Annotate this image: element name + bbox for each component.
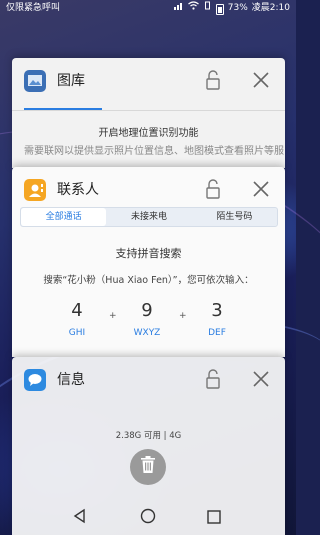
dial-key-4: 4 GHI bbox=[57, 299, 97, 339]
status-bar: 仅限紧急呼叫 73% 凌晨2:10 bbox=[0, 0, 296, 16]
plus-sign: + bbox=[109, 311, 117, 321]
battery-percent: 73% bbox=[227, 3, 248, 13]
battery-icon bbox=[215, 3, 224, 15]
key-letters: GHI bbox=[68, 328, 86, 338]
back-icon[interactable] bbox=[72, 508, 88, 524]
signal-icon bbox=[173, 0, 184, 16]
vibrate-icon bbox=[203, 0, 212, 16]
navigation-bar bbox=[0, 497, 296, 535]
card-title: 联系人 bbox=[57, 182, 99, 198]
clear-all-button[interactable] bbox=[130, 449, 166, 485]
card-title: 图库 bbox=[57, 73, 85, 89]
close-icon[interactable] bbox=[252, 370, 270, 388]
dial-key-9: 9 WXYZ bbox=[127, 299, 167, 339]
recent-app-card-gallery[interactable]: 图库 开启地理位置识别功能 需要联网以提供显示照片位置信息、地图模式查看照片等服 bbox=[12, 58, 285, 168]
card-title: 信息 bbox=[57, 372, 85, 388]
gallery-app-icon bbox=[24, 70, 46, 92]
lock-icon[interactable] bbox=[204, 69, 222, 91]
tab-unknown-numbers[interactable]: 陌生号码 bbox=[192, 208, 277, 226]
status-icons: 73% 凌晨2:10 bbox=[173, 0, 290, 16]
card-header: 联系人 bbox=[12, 167, 285, 211]
tab-missed-calls[interactable]: 未接来电 bbox=[106, 208, 191, 226]
pinyin-search-title: 支持拼音搜索 bbox=[115, 247, 182, 260]
location-feature-title: 开启地理位置识别功能 bbox=[98, 128, 199, 139]
key-letters: DEF bbox=[208, 328, 226, 338]
messages-app-icon bbox=[24, 369, 46, 391]
dial-key-3: 3 DEF bbox=[197, 299, 237, 339]
trash-icon bbox=[140, 456, 156, 478]
home-icon[interactable] bbox=[140, 508, 156, 524]
memory-status: 2.38G 可用 | 4G bbox=[115, 431, 182, 441]
card-header: 信息 bbox=[12, 357, 285, 401]
contacts-app-icon bbox=[24, 179, 46, 201]
close-icon[interactable] bbox=[252, 180, 270, 198]
carrier-text: 仅限紧急呼叫 bbox=[6, 3, 61, 13]
recent-apps-icon[interactable] bbox=[207, 509, 221, 524]
recent-app-card-contacts[interactable]: 联系人 全部通话 未接来电 陌生号码 支持拼音搜索 搜索“花小粉（Hua Xia… bbox=[12, 167, 285, 357]
lock-icon[interactable] bbox=[204, 368, 222, 390]
location-feature-desc: 需要联网以提供显示照片位置信息、地图模式查看照片等服 bbox=[24, 146, 284, 157]
call-filter-tabs: 全部通话 未接来电 陌生号码 bbox=[20, 207, 278, 227]
card-header: 图库 bbox=[12, 58, 285, 102]
close-icon[interactable] bbox=[252, 71, 270, 89]
key-letters: WXYZ bbox=[133, 328, 161, 338]
wifi-icon bbox=[187, 0, 199, 16]
tab-all-calls[interactable]: 全部通话 bbox=[21, 208, 107, 226]
pinyin-search-example: 搜索“花小粉（Hua Xiao Fen）”，您可依次输入： bbox=[43, 275, 254, 286]
key-digit: 3 bbox=[211, 300, 223, 321]
divider bbox=[12, 110, 285, 111]
key-digit: 9 bbox=[141, 300, 153, 321]
key-digit: 4 bbox=[71, 300, 83, 321]
lock-icon[interactable] bbox=[204, 178, 222, 200]
clock: 凌晨2:10 bbox=[251, 3, 290, 13]
plus-sign: + bbox=[179, 311, 187, 321]
